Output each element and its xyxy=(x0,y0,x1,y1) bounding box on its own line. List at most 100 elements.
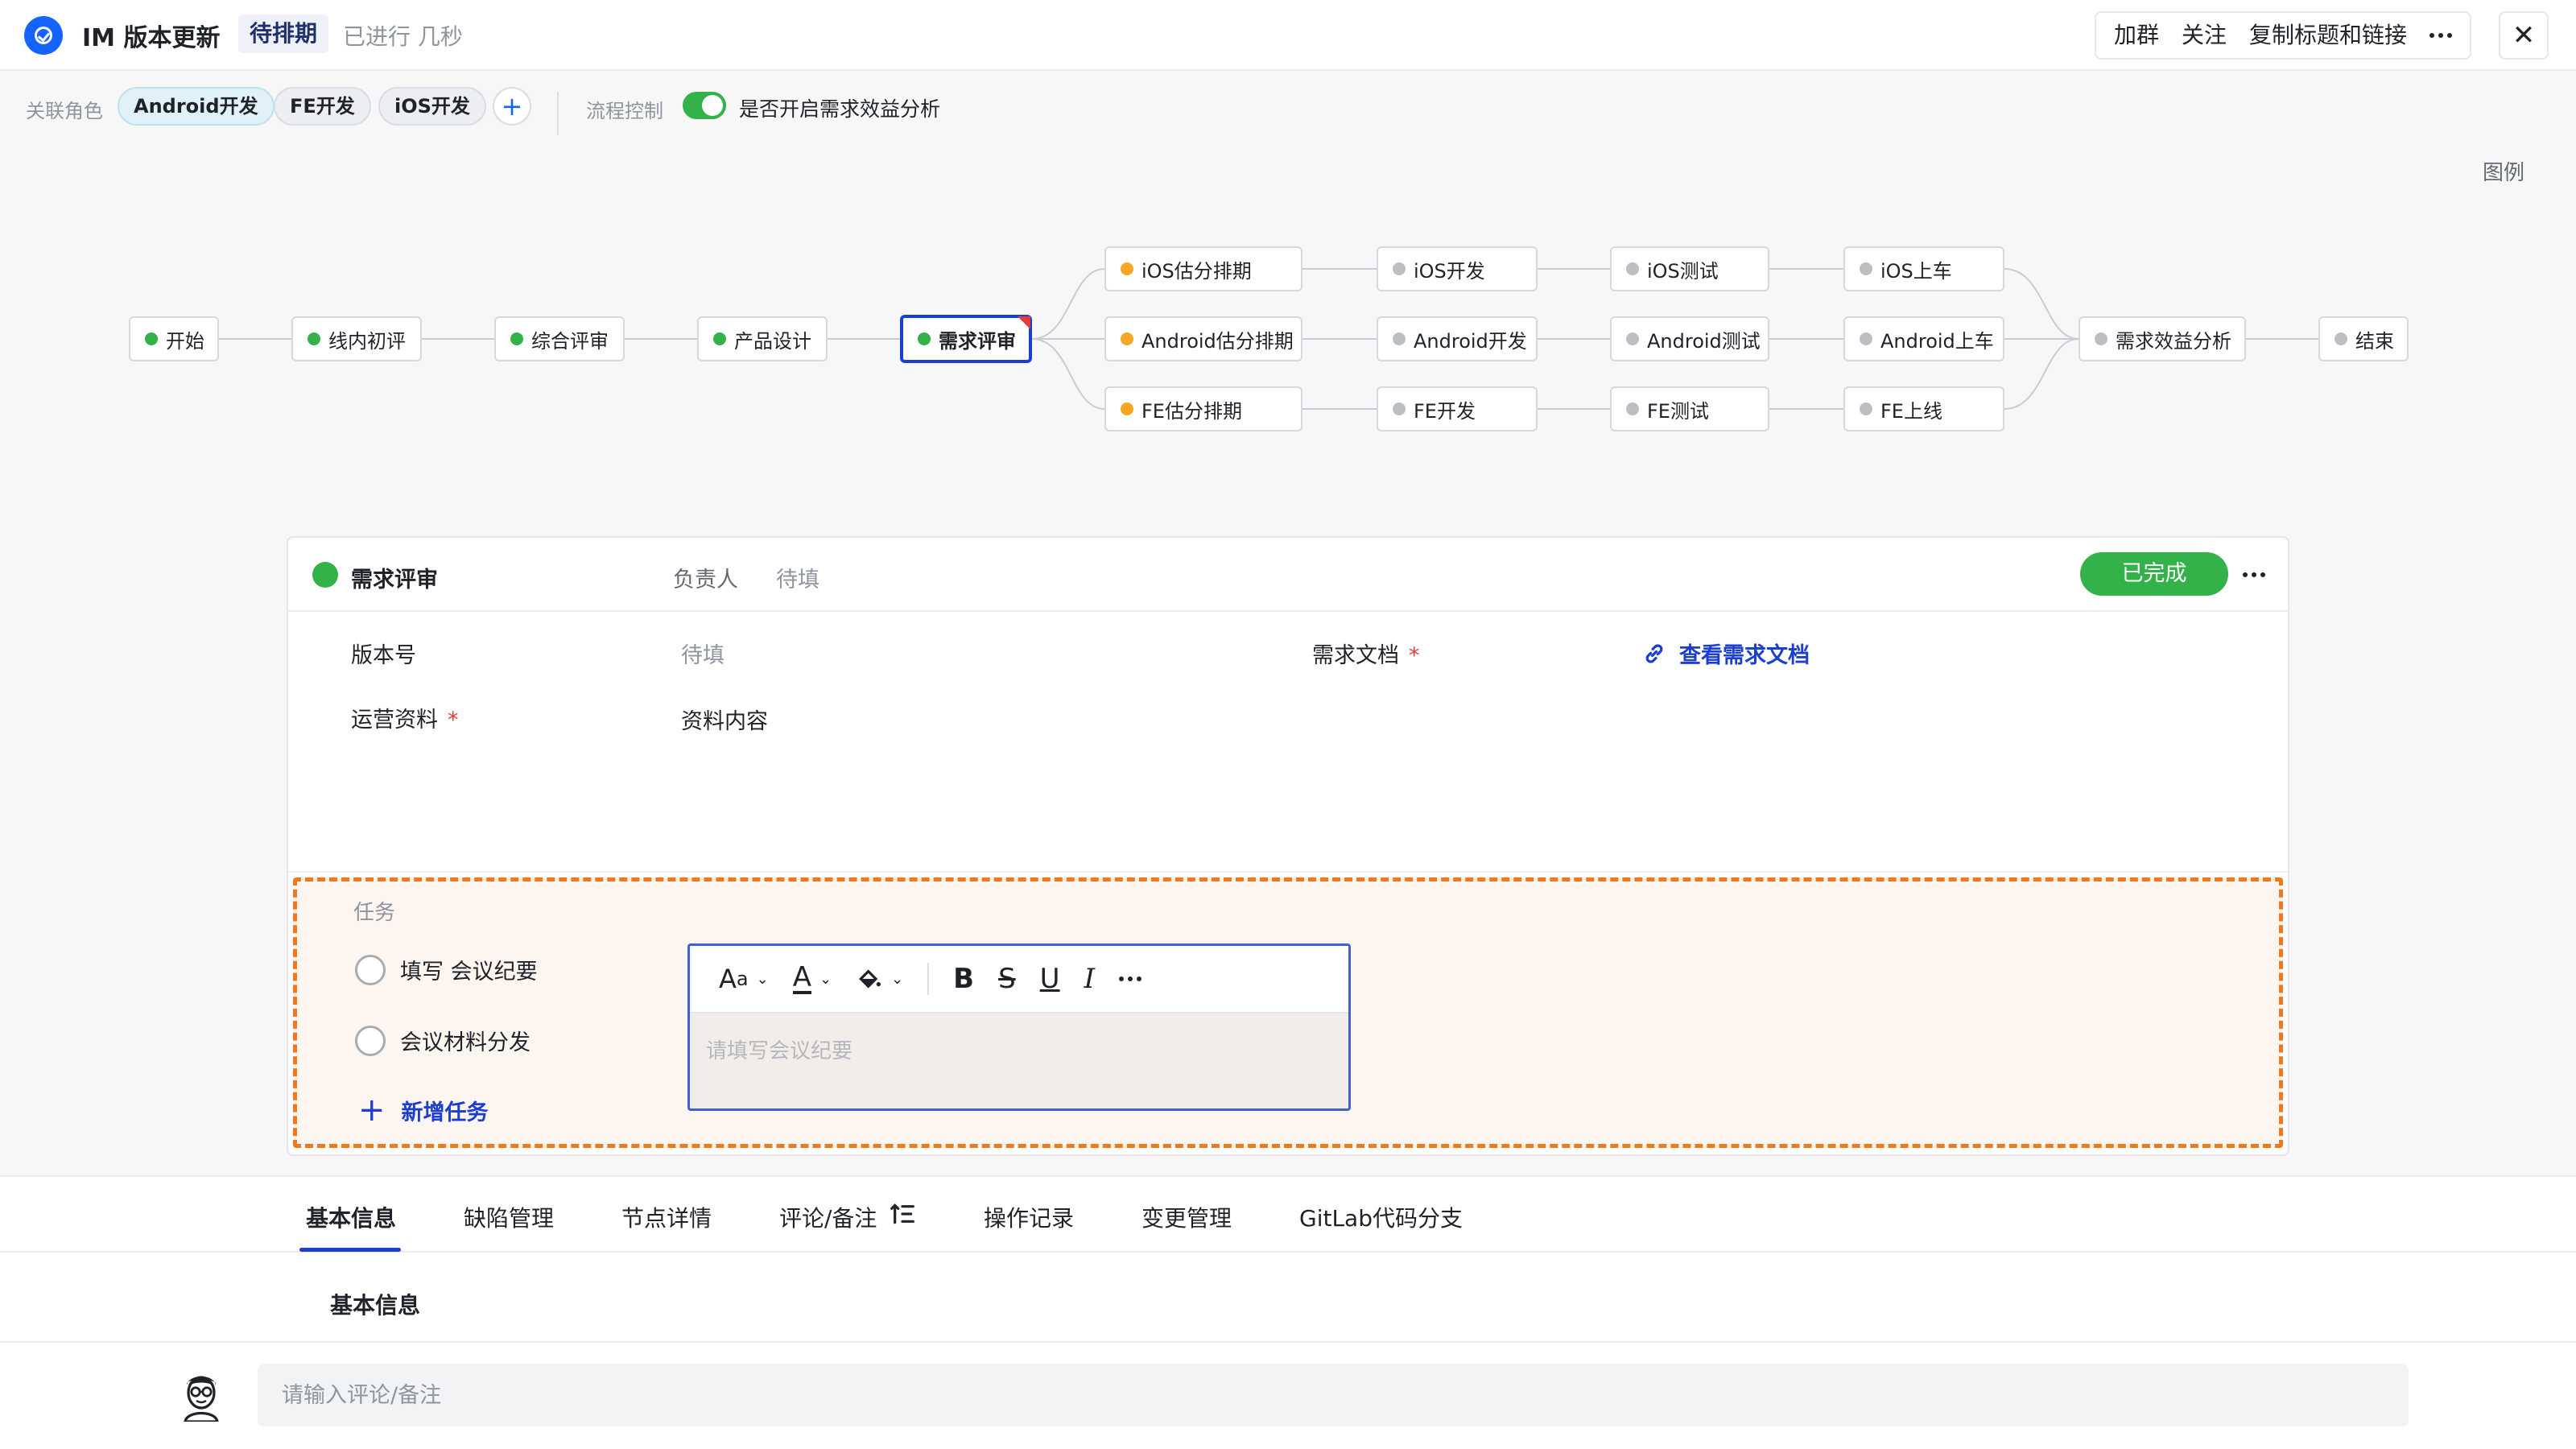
flow-node-initial-review[interactable]: 线内初评 xyxy=(291,316,422,361)
flow-node-label: iOS上车 xyxy=(1880,259,1952,283)
flow-node-overall-review[interactable]: 综合评审 xyxy=(494,316,625,361)
flow-node-requirement-review[interactable]: 需求评审 xyxy=(900,315,1032,363)
comment-input[interactable] xyxy=(258,1364,2409,1426)
task-label: 会议材料分发 xyxy=(400,1030,530,1055)
task-section-title: 任务 xyxy=(353,901,396,925)
status-dot xyxy=(308,332,320,345)
status-dot xyxy=(312,562,338,588)
task-checkbox[interactable] xyxy=(355,954,386,985)
version-label: 版本号 xyxy=(351,643,416,668)
flow-node-label: 线内初评 xyxy=(328,329,406,353)
section-title: 基本信息 xyxy=(330,1292,421,1319)
status-dot xyxy=(2095,332,2107,345)
flow-node-android-dev[interactable]: Android开发 xyxy=(1377,316,1538,361)
tab-change-management[interactable]: 变更管理 xyxy=(1141,1201,1232,1233)
ops-material-label: 运营资料 * xyxy=(351,702,459,733)
flow-node-fe-dev[interactable]: FE开发 xyxy=(1377,386,1538,431)
status-dot xyxy=(713,332,726,345)
flow-node-label: iOS估分排期 xyxy=(1141,259,1252,283)
flow-node-fe-estimate[interactable]: FE估分排期 xyxy=(1104,386,1302,431)
owner-value[interactable]: 待填 xyxy=(776,562,819,593)
chevron-down-icon: ⌄ xyxy=(891,970,904,988)
more-icon[interactable] xyxy=(2231,552,2277,597)
version-value[interactable]: 待填 xyxy=(681,638,724,669)
flow-node-label: iOS测试 xyxy=(1647,259,1719,283)
flow-node-ios-test[interactable]: iOS测试 xyxy=(1610,246,1769,291)
flow-node-android-test[interactable]: Android测试 xyxy=(1610,316,1769,361)
tab-operation-log[interactable]: 操作记录 xyxy=(984,1201,1074,1233)
status-dot xyxy=(1860,332,1872,345)
paint-bucket-icon xyxy=(859,969,881,989)
status-dot xyxy=(1393,262,1406,275)
status-dot xyxy=(1860,262,1872,275)
task-label: 填写 会议纪要 xyxy=(400,960,538,985)
tab-basic-info[interactable]: 基本信息 xyxy=(306,1201,396,1233)
comment-bar xyxy=(0,1343,2576,1449)
flow-node-label: 需求评审 xyxy=(939,329,1016,353)
chevron-down-icon: ⌄ xyxy=(756,970,769,988)
flow-node-label: Android开发 xyxy=(1414,329,1527,353)
task-item[interactable]: 填写 会议纪要 xyxy=(355,954,538,985)
tab-gitlab-branches[interactable]: GitLab代码分支 xyxy=(1299,1201,1463,1233)
task-item[interactable]: 会议材料分发 xyxy=(355,1025,530,1056)
flow-node-fe-release[interactable]: FE上线 xyxy=(1843,386,2004,431)
flow-node-label: 产品设计 xyxy=(734,329,811,353)
status-dot xyxy=(2334,332,2347,345)
bold-icon[interactable]: B xyxy=(953,963,974,995)
strikethrough-icon[interactable]: S xyxy=(998,963,1016,995)
task-checkbox[interactable] xyxy=(355,1025,386,1056)
status-dot xyxy=(1121,262,1133,275)
ops-material-value[interactable]: 资料内容 xyxy=(681,704,768,735)
editor-placeholder[interactable]: 请填写会议纪要 xyxy=(706,1034,852,1064)
more-icon[interactable] xyxy=(1119,956,1141,1001)
divider xyxy=(288,871,2288,873)
add-task-label: 新增任务 xyxy=(401,1100,489,1125)
flow-node-start[interactable]: 开始 xyxy=(129,316,219,361)
font-size-icon[interactable]: Aa ⌄ xyxy=(719,964,769,994)
add-task-button[interactable]: + 新增任务 xyxy=(358,1094,489,1126)
tab-node-details[interactable]: 节点详情 xyxy=(621,1201,712,1233)
tab-comments[interactable]: 评论/备注 xyxy=(779,1201,877,1233)
flow-node-ios-release[interactable]: iOS上车 xyxy=(1843,246,2004,291)
status-dot xyxy=(510,332,523,345)
flow-node-end[interactable]: 结束 xyxy=(2318,316,2409,361)
required-mark: * xyxy=(448,708,459,733)
flow-node-label: Android估分排期 xyxy=(1141,329,1294,353)
status-dot xyxy=(1626,262,1639,275)
underline-icon[interactable]: U xyxy=(1040,963,1060,995)
sort-icon[interactable] xyxy=(889,1201,916,1227)
flow-node-android-estimate[interactable]: Android估分排期 xyxy=(1104,316,1302,361)
flow-node-label: FE估分排期 xyxy=(1141,399,1242,423)
flow-node-benefit-analysis[interactable]: 需求效益分析 xyxy=(2079,316,2246,361)
text-color-icon[interactable]: A ⌄ xyxy=(792,964,832,994)
required-mark: * xyxy=(1409,643,1420,668)
card-title: 需求评审 xyxy=(351,568,438,592)
owner-label: 负责人 xyxy=(673,568,738,592)
flow-node-label: 需求效益分析 xyxy=(2116,329,2231,353)
plus-icon: + xyxy=(358,1092,386,1129)
highlight-icon[interactable]: ⌄ xyxy=(856,966,903,992)
flow-node-label: Android上车 xyxy=(1880,329,1994,353)
status-dot xyxy=(1626,402,1639,415)
flow-node-product-design[interactable]: 产品设计 xyxy=(697,316,828,361)
italic-icon[interactable]: I xyxy=(1084,963,1095,995)
flow-node-fe-test[interactable]: FE测试 xyxy=(1610,386,1769,431)
status-dot xyxy=(145,332,158,345)
flow-node-label: 开始 xyxy=(166,329,204,353)
chevron-down-icon: ⌄ xyxy=(819,970,832,988)
flow-node-ios-dev[interactable]: iOS开发 xyxy=(1377,246,1538,291)
flow-node-android-release[interactable]: Android上车 xyxy=(1843,316,2004,361)
link-text: 查看需求文档 xyxy=(1679,643,1810,668)
status-dot xyxy=(1121,402,1133,415)
status-dot xyxy=(1393,332,1406,345)
complete-button[interactable]: 已完成 xyxy=(2080,552,2228,596)
meeting-notes-editor[interactable]: Aa ⌄ A ⌄ ⌄ B S U I 请填写会议纪要 xyxy=(687,943,1351,1111)
view-requirement-doc-link[interactable]: 查看需求文档 xyxy=(1641,638,1810,669)
status-dot xyxy=(1121,332,1133,345)
avatar[interactable] xyxy=(179,1368,224,1422)
toolbar-divider xyxy=(927,963,930,995)
flow-node-label: FE上线 xyxy=(1880,399,1942,423)
tab-defects[interactable]: 缺陷管理 xyxy=(464,1201,554,1233)
flow-node-ios-estimate[interactable]: iOS估分排期 xyxy=(1104,246,1302,291)
status-dot xyxy=(1393,402,1406,415)
